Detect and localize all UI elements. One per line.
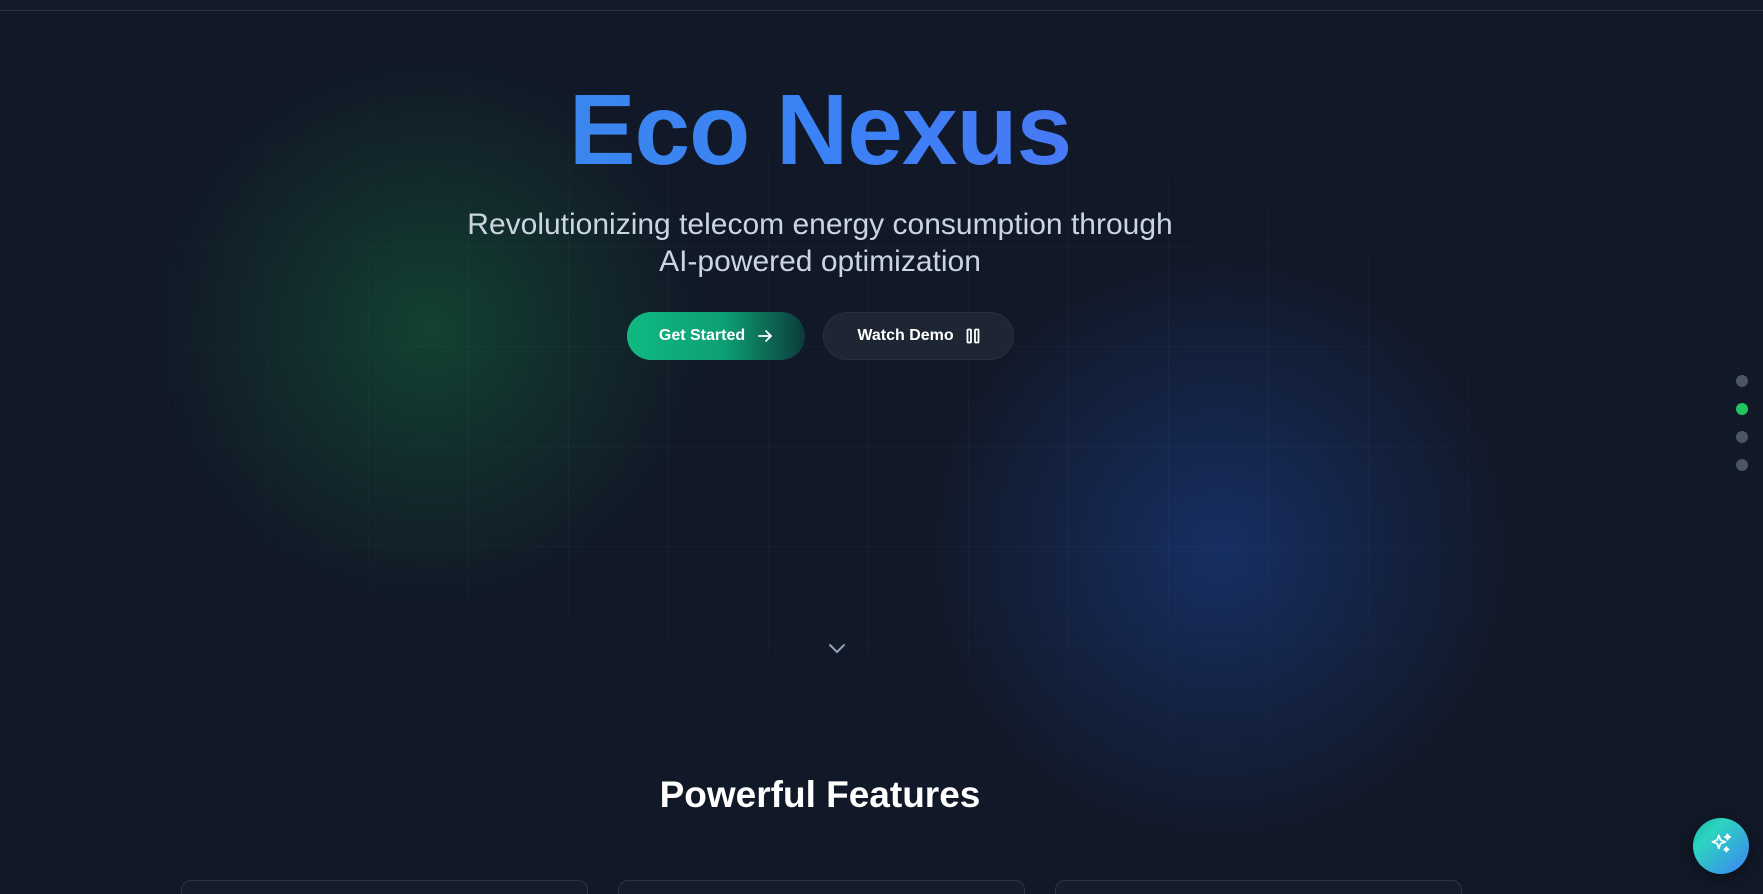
hero-title: Eco Nexus [0,70,1640,190]
hero-subtitle-line-1: Revolutionizing telecom energy consumpti… [467,208,1173,241]
section-dot-3[interactable] [1736,431,1748,443]
feature-card[interactable] [1055,880,1462,894]
hero-subtitle-line-2: AI-powered optimization [659,245,981,278]
chevron-down-icon[interactable] [825,637,849,661]
section-dot-1[interactable] [1736,375,1748,387]
pause-icon [966,328,980,344]
features-section-title: Powerful Features [659,774,981,815]
landing-page: Eco Nexus Revolutionizing telecom energy… [0,0,1763,894]
watch-demo-button[interactable]: Watch Demo [823,312,1014,360]
ai-assistant-button[interactable] [1693,818,1749,874]
section-dot-nav [1736,375,1750,487]
hero-subtitle: Revolutionizing telecom energy consumpti… [420,206,1220,280]
get-started-button[interactable]: Get Started [627,312,805,360]
arrow-right-icon [757,328,773,344]
section-dot-2[interactable] [1736,403,1748,415]
section-dot-4[interactable] [1736,459,1748,471]
watch-demo-label: Watch Demo [857,327,954,344]
feature-card[interactable] [618,880,1025,894]
feature-card[interactable] [181,880,588,894]
get-started-label: Get Started [658,327,746,344]
sparkles-icon [1708,831,1734,862]
